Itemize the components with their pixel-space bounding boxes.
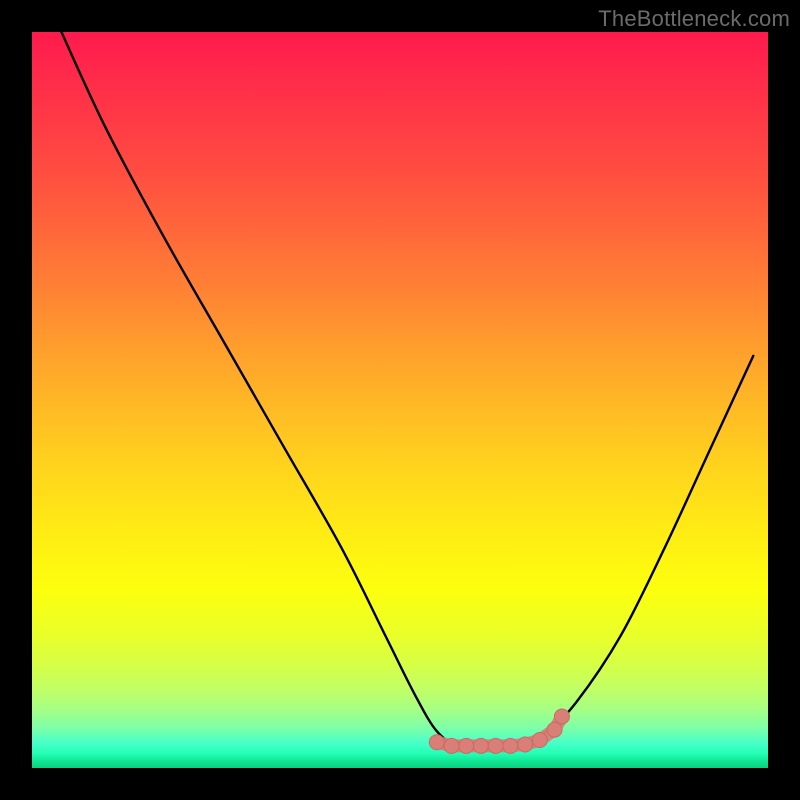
optimal-point-marker — [532, 733, 547, 748]
optimal-point-marker — [547, 722, 562, 737]
curve-overlay — [32, 32, 768, 768]
chart-frame: TheBottleneck.com — [0, 0, 800, 800]
optimal-point-marker — [503, 738, 518, 753]
optimal-point-marker — [518, 737, 533, 752]
optimal-point-marker — [459, 738, 474, 753]
optimal-point-marker — [488, 738, 503, 753]
plot-area — [32, 32, 768, 768]
optimal-point-marker — [444, 738, 459, 753]
optimal-point-marker — [429, 735, 444, 750]
optimal-point-marker — [473, 738, 488, 753]
attribution-watermark: TheBottleneck.com — [598, 6, 790, 32]
bottleneck-curve — [61, 32, 753, 747]
optimal-point-marker — [554, 709, 569, 724]
